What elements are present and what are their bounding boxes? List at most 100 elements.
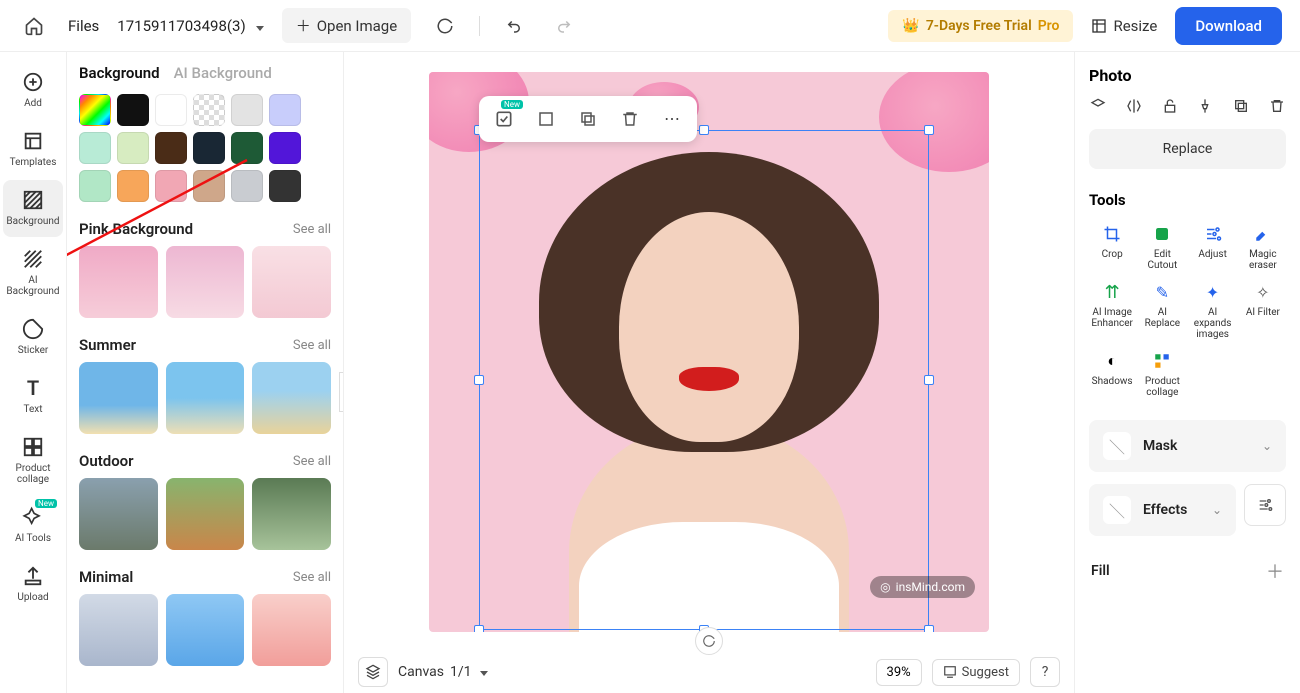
rail-item-add[interactable]: Add — [3, 62, 63, 119]
home-icon[interactable] — [18, 10, 50, 42]
ai-cutout-icon[interactable]: New — [487, 102, 521, 136]
copy-icon[interactable] — [1232, 97, 1250, 115]
pin-icon[interactable] — [1196, 97, 1214, 115]
see-all-link[interactable]: See all — [293, 338, 331, 353]
see-all-link[interactable]: See all — [293, 570, 331, 585]
duplicate-icon[interactable] — [571, 102, 605, 136]
color-swatch[interactable] — [117, 170, 149, 202]
see-all-link[interactable]: See all — [293, 222, 331, 237]
color-swatch[interactable] — [231, 170, 263, 202]
tool-ai-enhancer[interactable]: ⇈AI Image Enhancer — [1089, 281, 1135, 340]
tool-crop[interactable]: Crop — [1089, 223, 1135, 271]
trash-icon[interactable] — [1268, 97, 1286, 115]
flip-icon[interactable] — [1125, 97, 1143, 115]
background-thumb[interactable] — [79, 246, 158, 318]
background-thumb[interactable] — [252, 246, 331, 318]
replace-button[interactable]: Replace — [1089, 129, 1286, 169]
color-swatch[interactable] — [79, 170, 111, 202]
tool-ai-expand[interactable]: ✦AI expands images — [1190, 281, 1236, 340]
rail-item-sticker[interactable]: Sticker — [3, 309, 63, 366]
effects-accordion[interactable]: ＼ Effects ⌄ — [1089, 484, 1236, 536]
refresh-canvas-icon[interactable] — [695, 627, 723, 655]
color-swatch[interactable] — [155, 94, 187, 126]
canvas[interactable]: New ⋯ ◎ insMind.com — [429, 72, 989, 632]
background-thumb[interactable] — [79, 362, 158, 434]
canvas-page-dropdown[interactable]: Canvas 1/1 — [398, 664, 488, 680]
fill-add-icon[interactable]: ＋ — [1266, 558, 1284, 584]
background-thumb[interactable] — [166, 478, 245, 550]
rail-label: Templates — [10, 157, 57, 168]
tool-label: Adjust — [1198, 249, 1227, 260]
background-thumb[interactable] — [252, 362, 331, 434]
background-thumb[interactable] — [79, 594, 158, 666]
tool-ai-replace[interactable]: ✎AI Replace — [1139, 281, 1185, 340]
background-thumb[interactable] — [79, 478, 158, 550]
rail-item-templates[interactable]: Templates — [3, 121, 63, 178]
color-swatch[interactable] — [193, 170, 225, 202]
background-thumb[interactable] — [252, 478, 331, 550]
effects-settings-icon[interactable] — [1244, 484, 1286, 526]
color-swatch[interactable] — [193, 94, 225, 126]
color-swatch[interactable] — [193, 132, 225, 164]
sync-icon[interactable] — [429, 10, 461, 42]
canvas-page: 1/1 — [450, 664, 472, 680]
chevron-down-icon — [478, 664, 488, 680]
undo-icon[interactable] — [498, 10, 530, 42]
rail-item-product-collage[interactable]: Product collage — [3, 427, 63, 495]
redo-icon[interactable] — [548, 10, 580, 42]
rail-item-background[interactable]: Background — [3, 180, 63, 237]
tool-shadows[interactable]: ◐Shadows — [1089, 350, 1135, 398]
lock-icon[interactable] — [1161, 97, 1179, 115]
frame-icon[interactable] — [529, 102, 563, 136]
tool-adjust[interactable]: Adjust — [1190, 223, 1236, 271]
background-thumb[interactable] — [166, 246, 245, 318]
mask-accordion[interactable]: ＼ Mask ⌄ — [1089, 420, 1286, 472]
help-button[interactable]: ? — [1030, 657, 1060, 687]
selection-box[interactable] — [479, 130, 929, 630]
color-swatch[interactable] — [155, 170, 187, 202]
download-button[interactable]: Download — [1175, 7, 1282, 45]
rail-item-ai-tools[interactable]: AI ToolsNew — [3, 497, 63, 554]
color-swatch[interactable] — [269, 94, 301, 126]
delete-icon[interactable] — [613, 102, 647, 136]
color-swatch[interactable] — [79, 94, 111, 126]
rail-item-upload[interactable]: Upload — [3, 556, 63, 613]
background-thumb[interactable] — [166, 594, 245, 666]
open-image-button[interactable]: ＋ Open Image — [282, 8, 412, 43]
background-thumb[interactable] — [252, 594, 331, 666]
chevron-down-icon: ⌄ — [1262, 439, 1272, 453]
shadows-icon: ◐ — [1101, 350, 1123, 372]
see-all-link[interactable]: See all — [293, 454, 331, 469]
color-swatch[interactable] — [155, 132, 187, 164]
section-title: Outdoor — [79, 452, 134, 470]
tool-magic-eraser[interactable]: Magic eraser — [1240, 223, 1286, 271]
tab-background[interactable]: Background — [79, 64, 160, 82]
tool-ai-filter[interactable]: ✧AI Filter — [1240, 281, 1286, 340]
color-swatch[interactable] — [269, 132, 301, 164]
color-swatch[interactable] — [117, 94, 149, 126]
layers-icon[interactable] — [1089, 97, 1107, 115]
suggest-button[interactable]: Suggest — [932, 659, 1020, 686]
color-swatch[interactable] — [231, 94, 263, 126]
color-swatch[interactable] — [117, 132, 149, 164]
tool-product-collage[interactable]: Product collage — [1139, 350, 1185, 398]
right-panel: Photo Replace Tools CropEdit CutoutAdjus… — [1074, 52, 1300, 693]
rail-item-text[interactable]: TText — [3, 368, 63, 425]
resize-button[interactable]: Resize — [1091, 17, 1157, 35]
color-swatch[interactable] — [231, 132, 263, 164]
layers-icon[interactable] — [358, 657, 388, 687]
color-swatch[interactable] — [269, 170, 301, 202]
free-trial-button[interactable]: 👑 7-Days Free Trial Pro — [888, 10, 1073, 42]
zoom-level[interactable]: 39% — [876, 659, 922, 686]
document-name-dropdown[interactable]: 1715911703498(3) — [117, 17, 263, 35]
color-swatch[interactable] — [79, 132, 111, 164]
tab-ai-background[interactable]: AI Background — [174, 64, 272, 82]
files-link[interactable]: Files — [68, 17, 99, 35]
background-thumb[interactable] — [166, 362, 245, 434]
tool-edit-cutout[interactable]: Edit Cutout — [1139, 223, 1185, 271]
separator — [479, 16, 480, 36]
more-icon[interactable]: ⋯ — [655, 102, 689, 136]
rail-label: AI Background — [6, 275, 59, 297]
rail-label: Product collage — [16, 463, 51, 485]
rail-item-ai-background[interactable]: AI Background — [3, 239, 63, 307]
